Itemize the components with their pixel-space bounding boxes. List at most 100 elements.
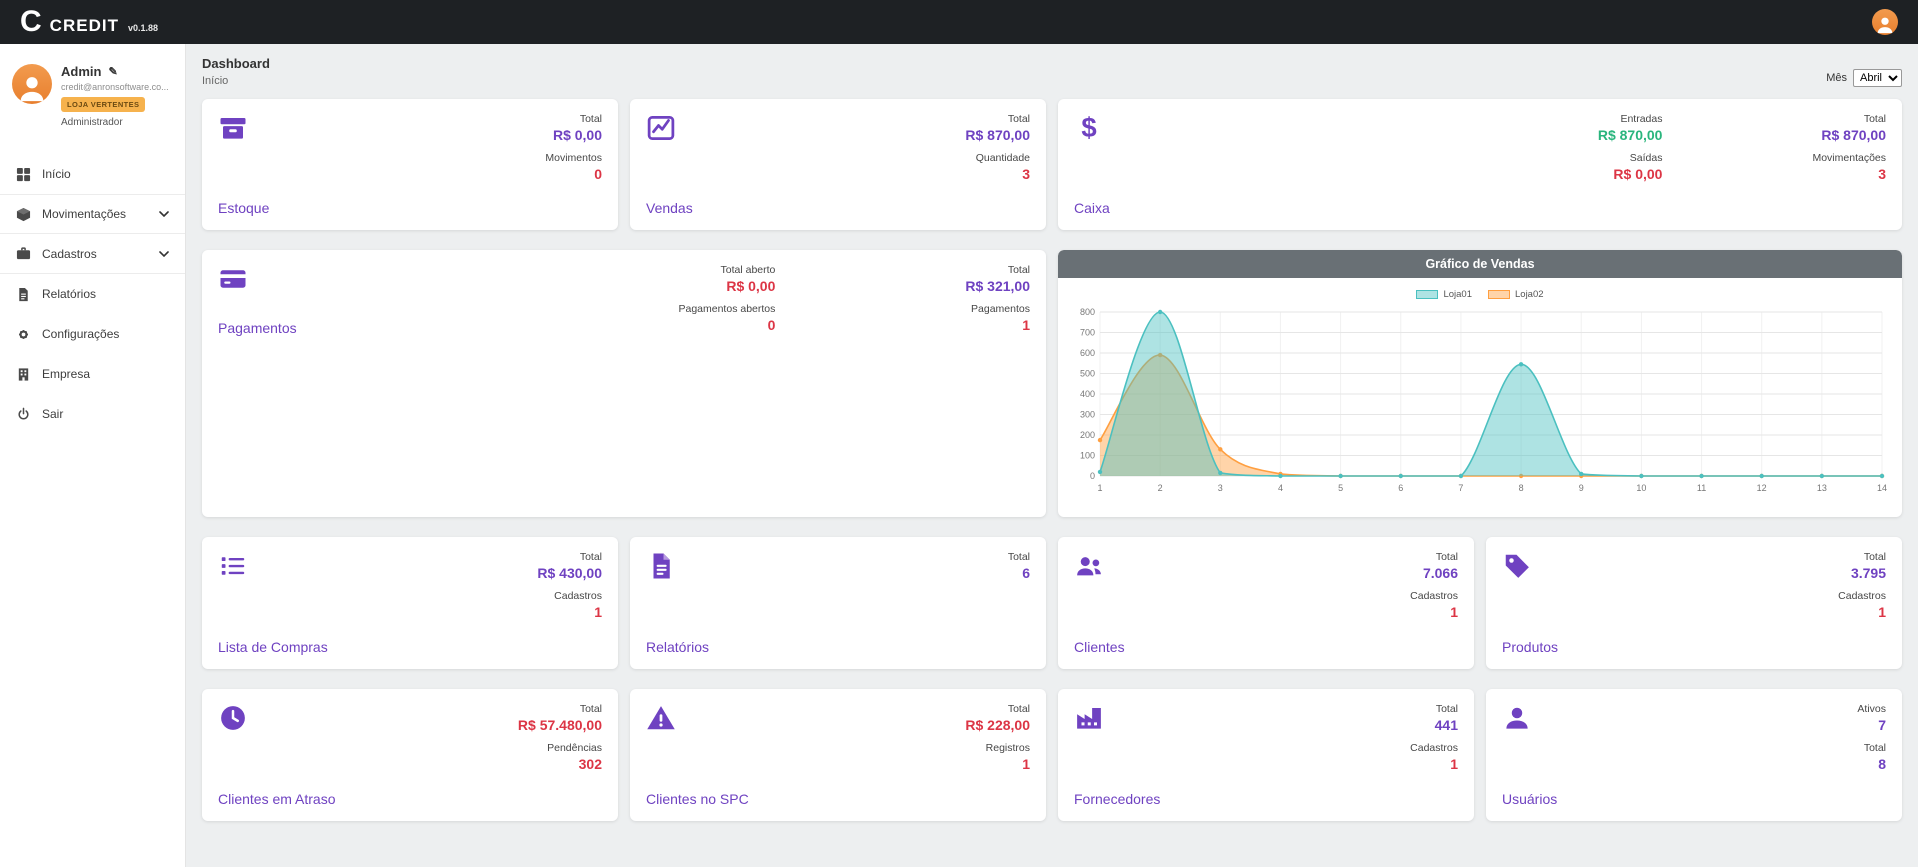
sidebar-item-configuracoes[interactable]: Configurações [0,314,185,354]
month-label: Mês [1826,72,1847,84]
grid-icon [16,167,31,182]
sidebar-item-empresa[interactable]: Empresa [0,354,185,394]
legend-label: Loja01 [1443,289,1472,300]
archive-icon [218,113,248,143]
card-caixa[interactable]: $ Caixa EntradasR$ 870,00 SaídasR$ 0,00 … [1058,99,1902,230]
card-fornecedores[interactable]: Fornecedores Total441 Cadastros1 [1058,689,1474,821]
app-name: CREDIT [50,16,119,36]
card-clientes-no-spc[interactable]: Clientes no SPC TotalR$ 228,00 Registros… [630,689,1046,821]
sidebar-item-movimentacoes[interactable]: Movimentações [0,194,185,234]
card-grafico-vendas: Gráfico de Vendas Loja01 Loja02 12345678… [1058,250,1902,517]
card-title: Produtos [1502,639,1558,655]
card-estoque[interactable]: Estoque TotalR$ 0,00 Movimentos0 [202,99,618,230]
stat-label: Total [1410,551,1458,563]
card-title: Caixa [1074,200,1110,216]
sidebar-item-label: Sair [42,407,63,421]
users-icon [1074,551,1104,581]
stat-value: 441 [1410,717,1458,733]
sales-chart[interactable]: 1234567891011121314010020030040050060070… [1070,302,1890,498]
chevron-down-icon [159,211,169,217]
stat-label: Total [1812,113,1886,125]
sidebar-item-relatorios[interactable]: Relatórios [0,274,185,314]
stat-label: Cadastros [1838,590,1886,602]
svg-text:600: 600 [1080,348,1095,358]
box-icon [16,207,31,222]
legend-loja01[interactable]: Loja01 [1416,289,1472,300]
svg-text:4: 4 [1278,483,1283,493]
svg-text:3: 3 [1218,483,1223,493]
industry-icon [1074,703,1104,733]
main-content: Dashboard Início Mês Abril Estoque Tot [186,44,1918,867]
file-icon [646,551,676,581]
stat-label: Pagamentos abertos [678,303,775,315]
svg-text:9: 9 [1579,483,1584,493]
clock-icon [218,703,248,733]
card-usuarios[interactable]: Usuários Ativos7 Total8 [1486,689,1902,821]
card-produtos[interactable]: Produtos Total3.795 Cadastros1 [1486,537,1902,669]
legend-loja02[interactable]: Loja02 [1488,289,1544,300]
sidebar-nav: Início Movimentações Cadastros Relatório… [0,154,185,434]
stat-label: Movimentos [545,152,602,164]
stat-label: Total [965,264,1030,276]
person-icon [15,70,49,104]
stat-label: Total [1857,742,1886,754]
card-title: Clientes em Atraso [218,791,336,807]
svg-text:14: 14 [1877,483,1887,493]
svg-text:7: 7 [1458,483,1463,493]
credit-card-icon [218,264,248,294]
stat-value: 3.795 [1838,565,1886,581]
svg-text:200: 200 [1080,430,1095,440]
stat-label: Entradas [1598,113,1663,125]
gear-icon [16,327,31,342]
legend-swatch-loja02 [1488,290,1510,299]
store-badge: LOJA VERTENTES [61,97,145,112]
card-pagamentos[interactable]: Pagamentos Total abertoR$ 0,00 Pagamento… [202,250,1046,517]
stat-label: Total [1008,551,1030,563]
stat-value: 1 [537,604,602,620]
stat-value: 0 [545,166,602,182]
app-version: v0.1.88 [128,23,158,33]
svg-text:500: 500 [1080,369,1095,379]
stat-value: R$ 228,00 [965,717,1030,733]
sidebar-item-inicio[interactable]: Início [0,154,185,194]
stat-value: R$ 870,00 [1812,127,1886,143]
stat-label: Pagamentos [965,303,1030,315]
card-title: Vendas [646,200,693,216]
app-logo: C [20,7,41,37]
user-avatar [12,64,52,104]
card-title: Estoque [218,200,269,216]
svg-text:5: 5 [1338,483,1343,493]
dashboard-grid: Estoque Total R$ 0,00 Movimentos 0 Vendas [202,99,1902,821]
sidebar-item-sair[interactable]: Sair [0,394,185,434]
card-vendas[interactable]: Vendas TotalR$ 870,00 Quantidade3 [630,99,1046,230]
svg-text:8: 8 [1519,483,1524,493]
card-title: Fornecedores [1074,791,1160,807]
svg-text:10: 10 [1636,483,1646,493]
chevron-down-icon [159,251,169,257]
topbar-user-avatar[interactable] [1872,9,1898,35]
stat-label: Movimentações [1812,152,1886,164]
stat-value: 6 [1008,565,1030,581]
month-select[interactable]: Abril [1853,69,1902,87]
user-icon [1502,703,1532,733]
card-title: Usuários [1502,791,1557,807]
card-clientes-em-atraso[interactable]: Clientes em Atraso TotalR$ 57.480,00 Pen… [202,689,618,821]
edit-profile-icon[interactable]: ✎ [108,65,117,78]
card-relatorios[interactable]: Relatórios Total6 [630,537,1046,669]
stat-label: Ativos [1857,703,1886,715]
legend-swatch-loja01 [1416,290,1438,299]
stat-value: 7 [1857,717,1886,733]
stat-label: Cadastros [1410,590,1458,602]
card-lista-de-compras[interactable]: Lista de Compras TotalR$ 430,00 Cadastro… [202,537,618,669]
stat-value: 7.066 [1410,565,1458,581]
user-role: Administrador [61,117,169,128]
breadcrumb: Início [202,75,270,87]
stat-label: Total [965,703,1030,715]
card-clientes[interactable]: Clientes Total7.066 Cadastros1 [1058,537,1474,669]
sidebar-item-label: Movimentações [42,207,126,221]
building-icon [16,367,31,382]
briefcase-icon [16,246,31,261]
stat-label: Cadastros [537,590,602,602]
sidebar-item-cadastros[interactable]: Cadastros [0,234,185,274]
stat-value: R$ 0,00 [545,127,602,143]
